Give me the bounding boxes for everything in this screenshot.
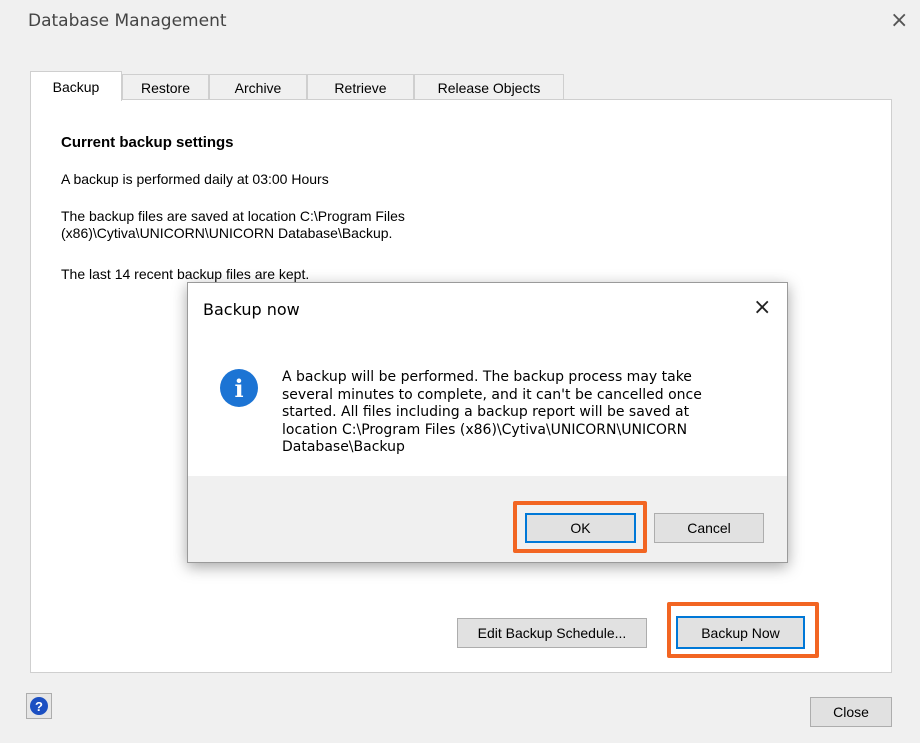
window-close-icon[interactable]: × [890, 8, 908, 33]
dialog-message: A backup will be performed. The backup p… [282, 369, 762, 457]
dialog-message-line: location C:\Program Files (x86)\Cytiva\U… [282, 421, 688, 438]
dialog-close-icon[interactable]: × [753, 295, 771, 320]
dialog-message-line: several minutes to complete, and it can'… [282, 386, 702, 403]
dialog-title: Backup now [203, 300, 300, 319]
dialog-message-line: started. All files including a backup re… [282, 404, 690, 420]
section-title: Current backup settings [61, 134, 234, 151]
close-button[interactable]: Close [810, 697, 892, 727]
backup-now-button[interactable]: Backup Now [676, 616, 805, 649]
cancel-button[interactable]: Cancel [654, 513, 764, 543]
title-bar: Database Management × [0, 0, 920, 44]
dialog-message-line: Database\Backup [282, 439, 405, 455]
schedule-text: A backup is performed daily at 03:00 Hou… [61, 171, 329, 187]
help-icon: ? [30, 697, 48, 715]
location-text-line1: The backup files are saved at location C… [61, 208, 405, 224]
tab-restore[interactable]: Restore [122, 74, 209, 100]
window-title: Database Management [28, 11, 227, 31]
tab-retrieve[interactable]: Retrieve [307, 74, 414, 100]
backup-now-dialog: Backup now × i A backup will be performe… [187, 282, 788, 563]
ok-button[interactable]: OK [525, 513, 636, 543]
help-button[interactable]: ? [26, 693, 52, 719]
dialog-footer: OK Cancel [188, 476, 787, 562]
location-text-line2: (x86)\Cytiva\UNICORN\UNICORN Database\Ba… [61, 225, 393, 241]
edit-backup-schedule-button[interactable]: Edit Backup Schedule... [457, 618, 647, 648]
dialog-message-line: A backup will be performed. The backup p… [282, 369, 692, 385]
tab-backup[interactable]: Backup [30, 71, 122, 101]
info-icon: i [220, 369, 258, 407]
tab-archive[interactable]: Archive [209, 74, 307, 100]
tab-release-objects[interactable]: Release Objects [414, 74, 564, 100]
retention-text: The last 14 recent backup files are kept… [61, 266, 310, 282]
